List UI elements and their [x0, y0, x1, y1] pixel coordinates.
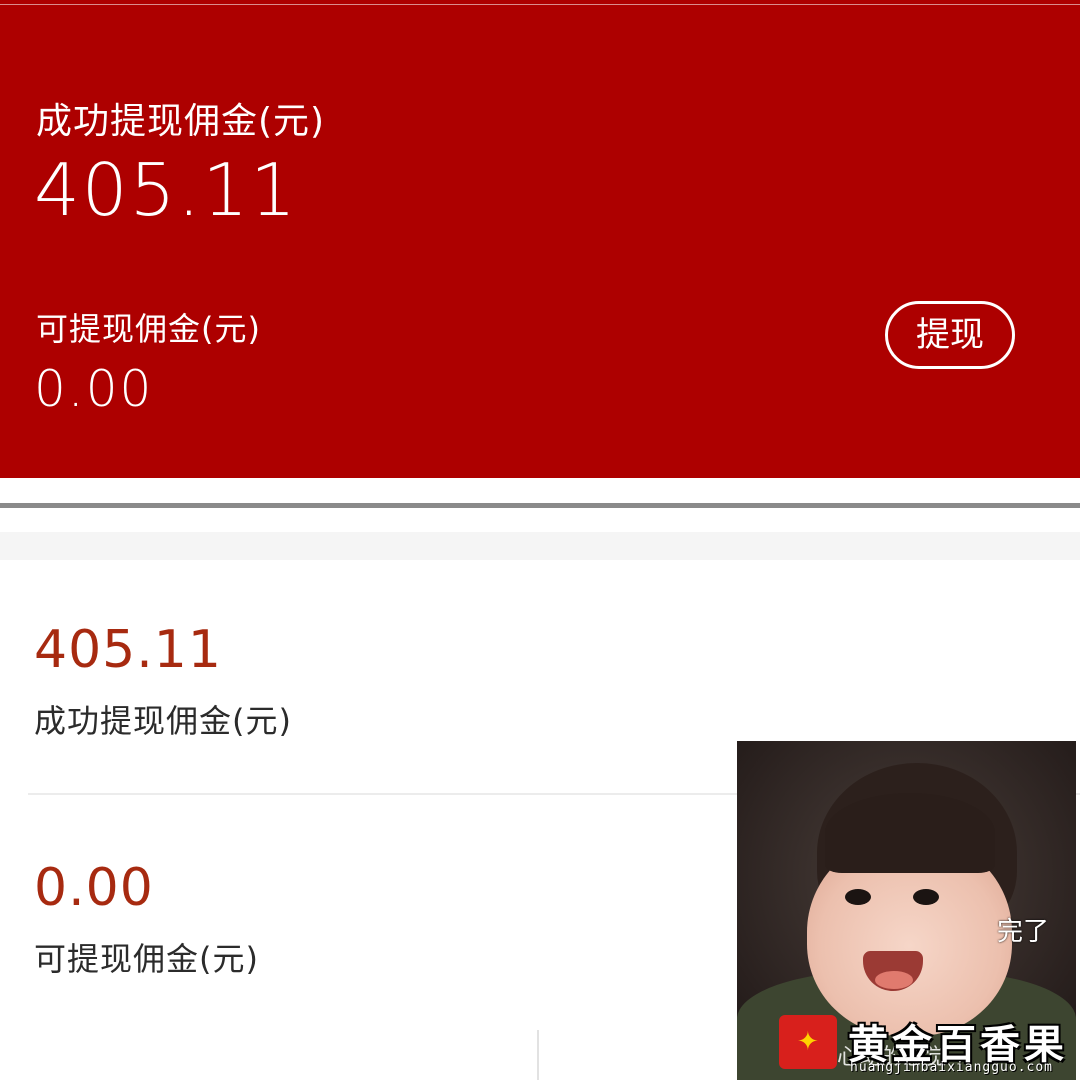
- commission-header-card: 成功提现佣金(元) 405.11 可提现佣金(元) 0.00 提现: [0, 0, 1080, 478]
- watermark-logo-icon: ✦: [779, 1015, 837, 1069]
- meme-bangs: [825, 793, 995, 873]
- column-divider: [537, 1030, 539, 1080]
- meme-text: 完了: [997, 917, 1050, 947]
- success-commission-label: 成功提现佣金(元): [36, 101, 326, 142]
- withdraw-button[interactable]: 提现: [885, 301, 1015, 369]
- meme-tongue: [875, 971, 913, 989]
- stat-available-label: 可提现佣金(元): [34, 940, 259, 978]
- star-icon: ✦: [797, 1027, 819, 1057]
- watermark-url: huangjinbaixiangguo.com: [850, 1060, 1054, 1075]
- spacer: [0, 478, 1080, 504]
- stat-success-label: 成功提现佣金(元): [34, 702, 292, 740]
- meme-left-eye: [845, 889, 871, 905]
- section-gap: [0, 532, 1080, 560]
- meme-right-eye: [913, 889, 939, 905]
- stat-success-amount: 405.11: [34, 620, 222, 680]
- top-divider: [0, 4, 1080, 5]
- available-commission-amount: 0.00: [34, 360, 154, 418]
- available-commission-label: 可提现佣金(元): [36, 310, 261, 348]
- success-commission-amount: 405.11: [34, 148, 298, 232]
- section-divider: [0, 503, 1080, 508]
- stat-available-amount: 0.00: [34, 858, 154, 918]
